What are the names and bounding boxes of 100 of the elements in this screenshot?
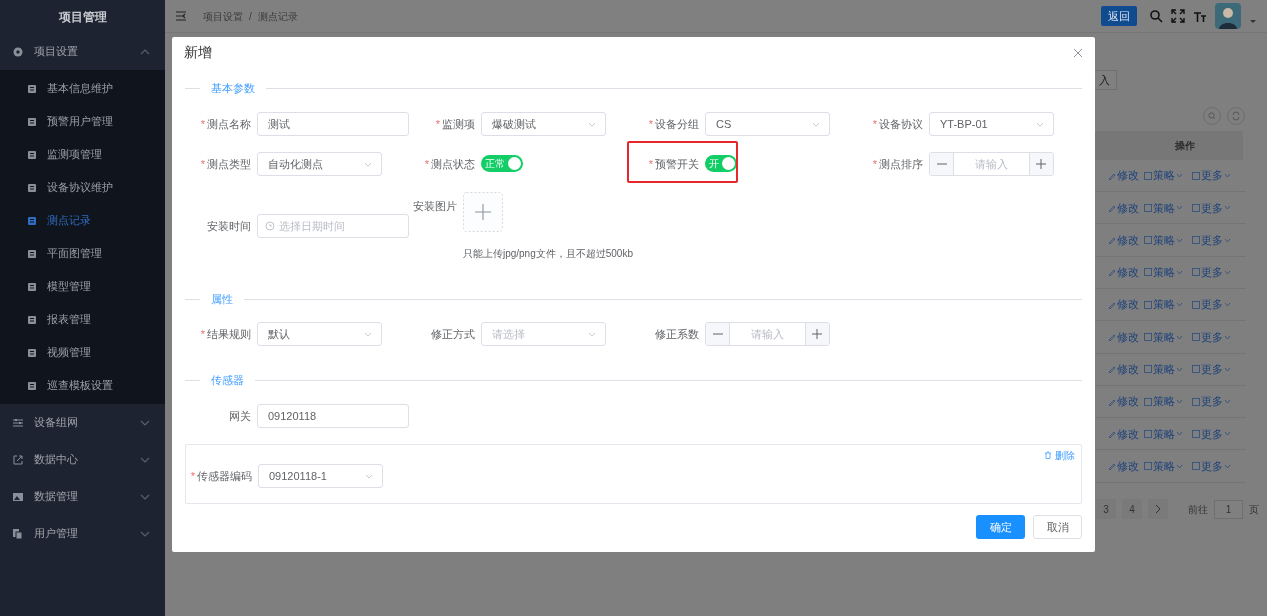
action-link[interactable]: 修改 bbox=[1108, 328, 1139, 346]
action-link[interactable]: 修改 bbox=[1108, 361, 1139, 378]
action-link[interactable]: 策略 bbox=[1144, 231, 1183, 249]
action-link[interactable]: 修改 bbox=[1108, 393, 1139, 410]
submenu-item[interactable]: 视频管理 bbox=[0, 336, 165, 369]
section-title: 基本参数 bbox=[210, 81, 256, 97]
number-field[interactable]: 请输入 bbox=[929, 151, 1054, 176]
submenu-item[interactable]: 预警用户管理 bbox=[0, 105, 165, 138]
font-size-icon[interactable] bbox=[1193, 9, 1207, 23]
submenu-item[interactable]: 监测项管理 bbox=[0, 138, 165, 171]
pencil-icon bbox=[1108, 171, 1116, 180]
action-link[interactable]: 更多 bbox=[1192, 231, 1231, 249]
number-field[interactable]: 请输入 bbox=[705, 322, 830, 347]
confirm-button[interactable]: 确定 bbox=[976, 515, 1025, 539]
action-link[interactable]: 更多 bbox=[1192, 296, 1231, 313]
document-icon bbox=[1192, 300, 1200, 309]
field-label: * 监测项 bbox=[409, 115, 475, 133]
action-link[interactable]: 策略 bbox=[1144, 425, 1183, 443]
search-icon[interactable] bbox=[1149, 9, 1163, 23]
submenu-item[interactable]: 平面图管理 bbox=[0, 237, 165, 270]
submenu-item[interactable]: 模型管理 bbox=[0, 270, 165, 303]
action-link[interactable]: 修改 bbox=[1108, 425, 1139, 443]
action-link[interactable]: 更多 bbox=[1192, 425, 1231, 443]
input-field[interactable]: 测试 bbox=[257, 111, 409, 136]
action-link[interactable]: 更多 bbox=[1192, 457, 1231, 475]
select-field[interactable]: 默认 bbox=[257, 322, 382, 347]
caret-icon[interactable] bbox=[1249, 17, 1257, 25]
menu-group[interactable]: 设备组网 bbox=[0, 404, 165, 441]
document-icon bbox=[1144, 203, 1152, 212]
chevron-down-icon bbox=[1224, 301, 1231, 309]
menu-group[interactable]: 数据管理 bbox=[0, 478, 165, 515]
field-label: 网关 bbox=[228, 408, 251, 424]
action-link[interactable]: 策略 bbox=[1144, 296, 1183, 313]
action-link[interactable]: 修改 bbox=[1108, 231, 1139, 249]
action-link[interactable]: 修改 bbox=[1108, 296, 1139, 313]
back-button[interactable]: 返回 bbox=[1101, 6, 1137, 26]
chevron-down-icon bbox=[1176, 398, 1183, 406]
toggle-switch[interactable]: 开 bbox=[705, 155, 737, 173]
action-link[interactable]: 更多 bbox=[1192, 264, 1231, 281]
delete-link[interactable]: 删除 bbox=[1044, 447, 1075, 463]
action-link[interactable]: 更多 bbox=[1192, 199, 1231, 217]
menu-group[interactable]: 数据中心 bbox=[0, 441, 165, 478]
menu-icon[interactable] bbox=[175, 10, 187, 22]
submenu-item[interactable]: 设备协议维护 bbox=[0, 171, 165, 204]
action-link[interactable]: 更多 bbox=[1192, 167, 1231, 184]
action-link[interactable]: 修改 bbox=[1108, 167, 1139, 184]
action-link[interactable]: 策略 bbox=[1144, 199, 1183, 217]
cancel-button[interactable]: 取消 bbox=[1033, 515, 1082, 539]
document-icon bbox=[1192, 429, 1200, 438]
action-link[interactable]: 修改 bbox=[1108, 457, 1139, 475]
section-title: 属性 bbox=[210, 291, 234, 307]
breadcrumb-separator: / bbox=[249, 9, 252, 24]
required-mark: * bbox=[200, 327, 205, 343]
action-link[interactable]: 策略 bbox=[1144, 264, 1183, 281]
date-field[interactable]: 选择日期时间 bbox=[257, 214, 409, 239]
action-link[interactable]: 策略 bbox=[1144, 328, 1183, 346]
document-icon bbox=[1192, 333, 1200, 341]
required-mark: * bbox=[424, 156, 429, 172]
select-field[interactable]: 爆破测试 bbox=[481, 111, 606, 136]
chevron-down-icon bbox=[1176, 462, 1183, 470]
action-link[interactable]: 修改 bbox=[1108, 264, 1139, 281]
toggle-switch[interactable]: 正常 bbox=[481, 155, 523, 173]
required-mark: * bbox=[200, 156, 205, 172]
select-field[interactable]: 请选择 bbox=[481, 322, 606, 347]
chevron-down-icon bbox=[1224, 172, 1231, 179]
input-field[interactable]: 09120118 bbox=[257, 403, 409, 428]
refresh-icon[interactable] bbox=[1227, 107, 1245, 125]
field-label: 安装时间 bbox=[206, 219, 251, 235]
page-input[interactable]: 1 bbox=[1214, 499, 1243, 519]
document-icon bbox=[1144, 236, 1152, 245]
field-label: * 传感器编码 bbox=[186, 467, 252, 485]
document-icon bbox=[1144, 171, 1152, 180]
action-link[interactable]: 策略 bbox=[1144, 167, 1183, 184]
select-field[interactable]: 09120118-1 bbox=[258, 463, 383, 488]
select-field[interactable]: CS bbox=[705, 111, 830, 136]
document-icon bbox=[27, 281, 37, 292]
document-icon bbox=[1144, 462, 1152, 471]
fullscreen-icon[interactable] bbox=[1171, 9, 1185, 23]
close-icon[interactable] bbox=[1073, 47, 1083, 58]
submenu-item[interactable]: 测点记录 bbox=[0, 204, 165, 237]
avatar-icon[interactable] bbox=[1215, 3, 1241, 29]
menu-group[interactable]: 项目设置 bbox=[0, 33, 165, 70]
select-field[interactable]: YT-BP-01 bbox=[929, 111, 1054, 136]
submenu-item[interactable]: 报表管理 bbox=[0, 303, 165, 336]
action-link[interactable]: 策略 bbox=[1144, 457, 1183, 475]
menu-group[interactable]: 用户管理 bbox=[0, 515, 165, 552]
action-link[interactable]: 修改 bbox=[1108, 199, 1139, 217]
action-link[interactable]: 策略 bbox=[1144, 393, 1183, 410]
chevron-down-icon bbox=[1176, 430, 1183, 438]
field-label: * 设备协议 bbox=[857, 115, 923, 133]
page-button[interactable]: 4 bbox=[1122, 499, 1142, 519]
action-link[interactable]: 更多 bbox=[1192, 361, 1231, 378]
page-button[interactable]: 3 bbox=[1096, 499, 1116, 519]
action-link[interactable]: 更多 bbox=[1192, 328, 1231, 346]
select-field[interactable]: 自动化测点 bbox=[257, 151, 382, 176]
submenu-item[interactable]: 巡查模板设置 bbox=[0, 369, 165, 402]
action-link[interactable]: 更多 bbox=[1192, 393, 1231, 410]
required-mark: * bbox=[872, 156, 877, 172]
submenu-item[interactable]: 基本信息维护 bbox=[0, 72, 165, 105]
action-link[interactable]: 策略 bbox=[1144, 361, 1183, 378]
